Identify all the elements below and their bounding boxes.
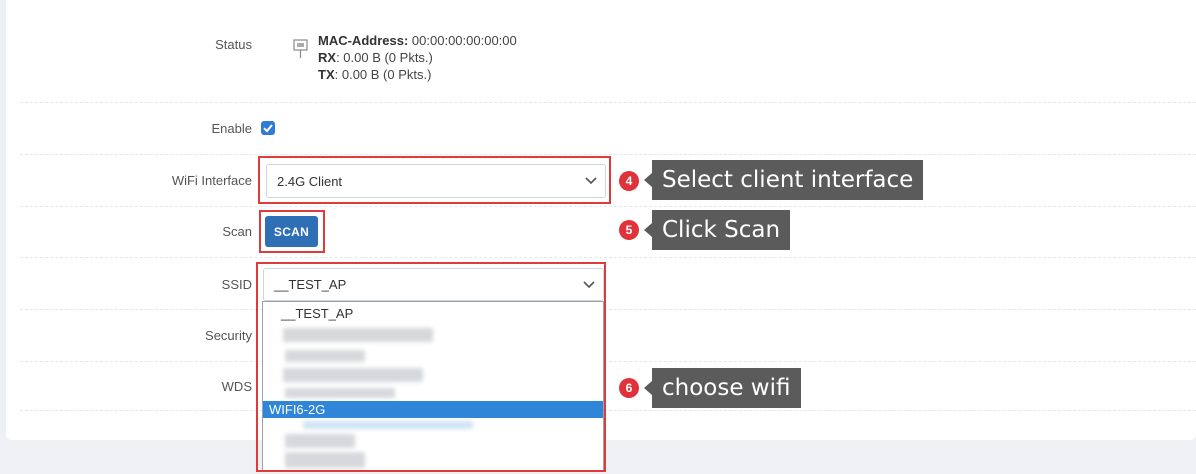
wifi-interface-label: WiFi Interface	[171, 173, 252, 188]
checkmark-icon	[263, 124, 273, 133]
row-divider	[20, 309, 1196, 310]
security-label: Security	[205, 328, 252, 343]
ssid-label: SSID	[221, 277, 252, 292]
row-divider	[20, 102, 1196, 103]
scan-label: Scan	[222, 224, 252, 239]
row-divider	[20, 410, 1196, 411]
enable-checkbox[interactable]	[261, 121, 275, 135]
row-divider	[20, 361, 1196, 362]
step-marker: 6	[619, 378, 639, 398]
row-divider	[20, 206, 1196, 207]
callout: Select client interface	[643, 160, 924, 200]
rx-value: : 0.00 B (0 Pkts.)	[336, 50, 433, 65]
callout: choose wifi	[644, 368, 801, 408]
highlight-box	[259, 210, 325, 253]
tx-label: TX	[318, 67, 335, 82]
mac-value: 00:00:00:00:00:00	[411, 33, 517, 48]
step-marker: 5	[619, 220, 639, 240]
rx-label: RX	[318, 50, 337, 65]
row-divider	[20, 257, 1196, 258]
status-label: Status	[215, 37, 252, 52]
network-port-icon	[293, 39, 308, 58]
wds-label: WDS	[221, 379, 252, 394]
callout: Click Scan	[643, 210, 791, 250]
mac-label: MAC-Address:	[318, 33, 409, 48]
row-divider	[20, 154, 1196, 155]
enable-label: Enable	[211, 121, 252, 136]
tx-value: : 0.00 B (0 Pkts.)	[334, 67, 432, 82]
highlight-box	[258, 156, 611, 204]
highlight-box	[256, 262, 606, 472]
status-info: MAC-Address: 00:00:00:00:00:00 RX: 0.00 …	[318, 32, 517, 83]
step-marker: 4	[619, 171, 639, 191]
